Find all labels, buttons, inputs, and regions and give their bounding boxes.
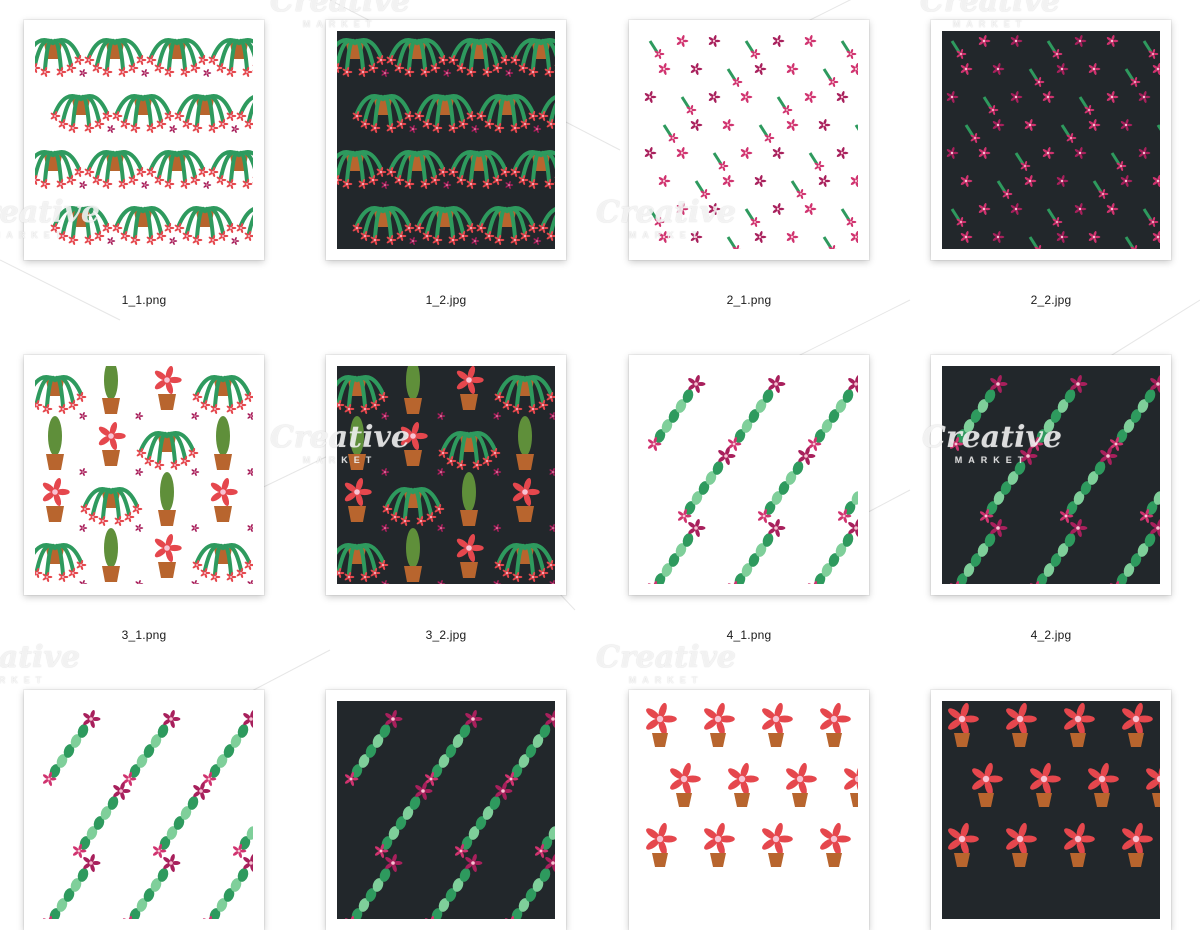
potted-plants-icon <box>337 366 555 584</box>
pattern-preview <box>640 366 858 584</box>
file-thumbnail-5-2[interactable] <box>326 690 566 930</box>
pattern-preview <box>35 701 253 919</box>
pattern-preview <box>337 366 555 584</box>
file-thumbnail-4-1[interactable] <box>629 355 869 595</box>
file-name[interactable]: 3_1.png <box>24 628 264 642</box>
cactus-branch-icon <box>942 366 1160 584</box>
cactus-branch-icon <box>337 701 555 919</box>
file-name[interactable]: 2_1.png <box>629 293 869 307</box>
pattern-preview <box>640 701 858 919</box>
file-name[interactable]: 4_1.png <box>629 628 869 642</box>
cactus-branch-icon <box>35 701 253 919</box>
file-name[interactable]: 2_2.jpg <box>931 293 1171 307</box>
file-thumbnail-3-1[interactable] <box>24 355 264 595</box>
file-name[interactable]: 3_2.jpg <box>326 628 566 642</box>
file-thumbnail-6-2[interactable] <box>931 690 1171 930</box>
hanging-plant-icon <box>337 31 555 249</box>
file-thumbnail-5-1[interactable] <box>24 690 264 930</box>
file-thumbnail-4-2[interactable] <box>931 355 1171 595</box>
file-thumbnail-2-1[interactable] <box>629 20 869 260</box>
potted-plants-icon <box>35 366 253 584</box>
file-thumbnail-3-2[interactable] <box>326 355 566 595</box>
file-name[interactable]: 1_1.png <box>24 293 264 307</box>
file-thumbnail-2-2[interactable] <box>931 20 1171 260</box>
pattern-preview <box>35 366 253 584</box>
file-name[interactable]: 4_2.jpg <box>931 628 1171 642</box>
pattern-preview <box>640 31 858 249</box>
pattern-preview <box>942 701 1160 919</box>
watermark: CreativeMARKET <box>0 640 80 685</box>
pattern-preview <box>942 366 1160 584</box>
file-name[interactable]: 1_2.jpg <box>326 293 566 307</box>
file-thumbnail-1-1[interactable] <box>24 20 264 260</box>
poinsettia-icon <box>942 701 1160 919</box>
pattern-preview <box>337 701 555 919</box>
pink-flower-icon <box>640 31 858 249</box>
watermark: CreativeMARKET <box>596 640 736 685</box>
pink-flower-icon <box>942 31 1160 249</box>
hanging-plant-icon <box>35 31 253 249</box>
pattern-preview <box>942 31 1160 249</box>
cactus-branch-icon <box>640 366 858 584</box>
poinsettia-icon <box>640 701 858 919</box>
pattern-preview <box>35 31 253 249</box>
file-thumbnail-1-2[interactable] <box>326 20 566 260</box>
pattern-preview <box>337 31 555 249</box>
file-thumbnail-6-1[interactable] <box>629 690 869 930</box>
